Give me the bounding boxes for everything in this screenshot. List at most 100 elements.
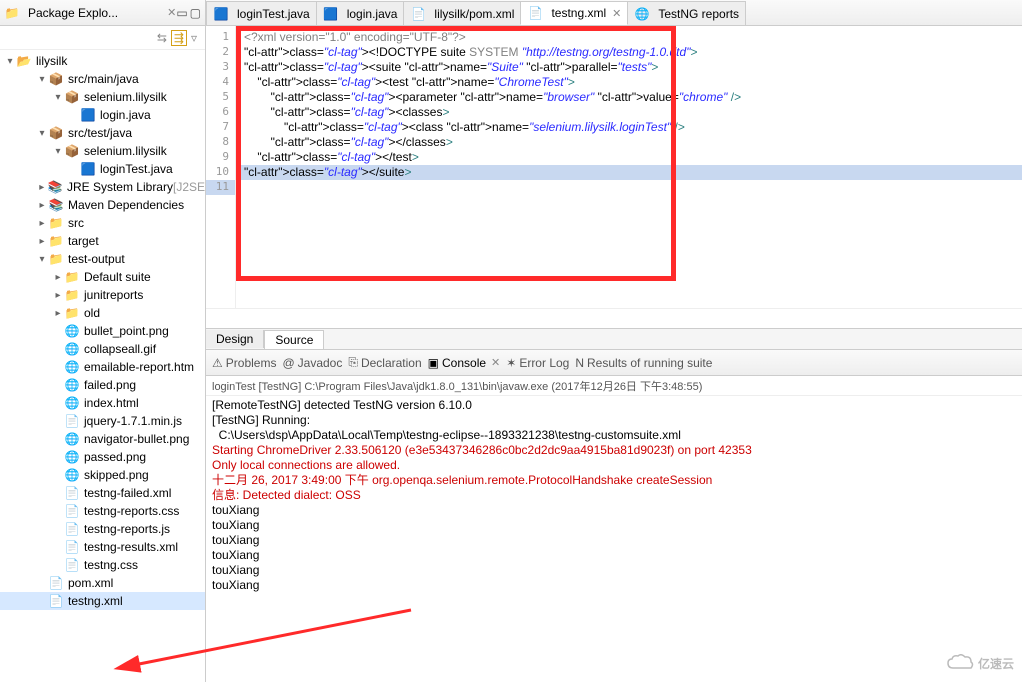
tree-item[interactable]: 🌐passed.png [0, 448, 205, 466]
expander-icon[interactable]: ▾ [52, 146, 64, 157]
tree-item[interactable]: 🌐skipped.png [0, 466, 205, 484]
link-editor-icon[interactable]: ⇶ [171, 30, 187, 46]
editor-tab[interactable]: 🌐TestNG reports [627, 1, 746, 25]
code-line[interactable]: "cl-attr">class="cl-tag"></suite> [236, 165, 1022, 180]
png-icon: 🌐 [64, 323, 80, 339]
tree-item[interactable]: ▸📁target [0, 232, 205, 250]
watermark: 亿速云 [946, 654, 1014, 672]
tree-item[interactable]: 📄jquery-1.7.1.min.js [0, 412, 205, 430]
view-tab[interactable]: ⎘Declaration [348, 355, 421, 370]
xml-icon: 📄 [48, 575, 64, 591]
project-tree[interactable]: ▾ 📂 lilysilk ▾📦src/main/java▾📦selenium.l… [0, 50, 205, 682]
view-tab[interactable]: @Javadoc [282, 356, 342, 370]
tree-item[interactable]: 📄testng-results.xml [0, 538, 205, 556]
expander-icon[interactable]: ▸ [36, 182, 48, 193]
expander-icon[interactable]: ▾ [36, 74, 48, 85]
code-area[interactable]: <?xml version="1.0" encoding="UTF-8"?>"c… [236, 26, 1022, 308]
view-tab[interactable]: ⚠Problems [212, 356, 276, 370]
code-line[interactable]: "cl-attr">class="cl-tag"><classes> [236, 105, 1022, 120]
code-line[interactable]: "cl-attr">class="cl-tag"></classes> [236, 135, 1022, 150]
editor-tab[interactable]: 🟦login.java [316, 1, 405, 25]
tree-item-label: Default suite [84, 270, 151, 284]
expander-icon[interactable]: ▾ [52, 92, 64, 103]
view-label: Console [442, 356, 486, 370]
tree-item-label: testng-reports.js [84, 522, 170, 536]
close-icon[interactable]: ✕ [612, 7, 621, 20]
tree-item-label: testng-failed.xml [84, 486, 171, 500]
project-icon: 📂 [16, 53, 32, 69]
tree-item-label: junitreports [84, 288, 143, 302]
expander-icon[interactable]: ▸ [36, 218, 48, 229]
tree-item[interactable]: 🌐 bullet_point.png [0, 322, 205, 340]
tree-item[interactable]: ▸📚Maven Dependencies [0, 196, 205, 214]
tree-item-label: bullet_point.png [84, 324, 169, 338]
views-bar: ⚠Problems@Javadoc⎘Declaration▣Console✕✶E… [206, 350, 1022, 376]
tree-item[interactable]: 🟦loginTest.java [0, 160, 205, 178]
code-line[interactable]: "cl-attr">class="cl-tag"><test "cl-attr"… [236, 75, 1022, 90]
declaration-icon: ⎘ [348, 355, 358, 370]
source-tab[interactable]: Source [264, 330, 324, 349]
tree-item[interactable]: ▸📁Default suite [0, 268, 205, 286]
tree-item[interactable]: 🌐 index.html [0, 394, 205, 412]
tree-item[interactable]: 🌐navigator-bullet.png [0, 430, 205, 448]
tree-item[interactable]: 📄testng.xml [0, 592, 205, 610]
view-tab[interactable]: ✶Error Log [506, 356, 569, 370]
tree-item[interactable]: 📄testng-reports.js [0, 520, 205, 538]
expander-icon[interactable]: ▸ [52, 308, 64, 319]
tree-item-label: index.html [84, 396, 139, 410]
code-line[interactable]: "cl-attr">class="cl-tag"><!DOCTYPE suite… [236, 45, 1022, 60]
tree-item[interactable]: 🟦login.java [0, 106, 205, 124]
tree-item[interactable]: ▾📦src/main/java [0, 70, 205, 88]
view-tab[interactable]: ▣Console✕ [428, 356, 501, 370]
tree-item[interactable]: ▸📁src [0, 214, 205, 232]
expander-icon[interactable]: ▸ [36, 200, 48, 211]
tree-item[interactable]: ▾📁 test-output [0, 250, 205, 268]
code-line[interactable]: "cl-attr">class="cl-tag"><suite "cl-attr… [236, 60, 1022, 75]
close-icon[interactable]: ✕ [167, 6, 176, 19]
expander-icon[interactable]: ▾ [36, 128, 48, 139]
minimize-icon[interactable]: ▭ [176, 6, 187, 20]
png-icon: 🌐 [64, 467, 80, 483]
code-line[interactable]: <?xml version="1.0" encoding="UTF-8"?> [236, 30, 1022, 45]
design-tab[interactable]: Design [206, 330, 264, 348]
maximize-icon[interactable]: ▢ [190, 6, 201, 20]
expander-icon[interactable]: ▸ [36, 236, 48, 247]
collapse-all-icon[interactable]: ⇆ [157, 31, 167, 45]
expander-icon[interactable]: ▾ [36, 254, 48, 265]
tree-item[interactable]: ▸📁old [0, 304, 205, 322]
tree-item[interactable]: 📄pom.xml [0, 574, 205, 592]
console-line: 信息: Detected dialect: OSS [212, 488, 1016, 503]
tree-item[interactable]: 📄testng.css [0, 556, 205, 574]
editor-tab[interactable]: 📄testng.xml✕ [520, 1, 628, 25]
tree-item[interactable]: 🌐emailable-report.htm [0, 358, 205, 376]
tree-item[interactable]: 📄testng-reports.css [0, 502, 205, 520]
tree-item[interactable]: 🌐failed.png [0, 376, 205, 394]
expander-icon[interactable]: ▸ [52, 290, 64, 301]
folder-icon: 📁 [48, 233, 64, 249]
code-line[interactable]: "cl-attr">class="cl-tag"><class "cl-attr… [236, 120, 1022, 135]
view-menu-icon[interactable]: ▿ [191, 31, 197, 45]
view-tab[interactable]: NResults of running suite [575, 356, 712, 370]
expander-icon[interactable]: ▾ [4, 56, 16, 67]
close-icon[interactable]: ✕ [491, 356, 500, 369]
tree-item-label: test-output [68, 252, 125, 266]
tree-item[interactable]: ▸📚JRE System Library [J2SE [0, 178, 205, 196]
editor-tab[interactable]: 📄lilysilk/pom.xml [403, 1, 521, 25]
tree-item[interactable]: ▾📦selenium.lilysilk [0, 142, 205, 160]
expander-icon[interactable]: ▸ [52, 272, 64, 283]
editor-tab[interactable]: 🟦loginTest.java [206, 1, 317, 25]
tree-item[interactable]: 🌐collapseall.gif [0, 340, 205, 358]
tree-item[interactable]: ▸📁junitreports [0, 286, 205, 304]
pkg-icon: 📦 [64, 143, 80, 159]
console-line: touXiang [212, 563, 1016, 578]
code-line[interactable]: "cl-attr">class="cl-tag"><parameter "cl-… [236, 90, 1022, 105]
tree-item[interactable]: 📄testng-failed.xml [0, 484, 205, 502]
project-root[interactable]: ▾ 📂 lilysilk [0, 52, 205, 70]
folder-icon: 📁 [48, 251, 64, 267]
code-line[interactable]: "cl-attr">class="cl-tag"></test> [236, 150, 1022, 165]
png-icon: 🌐 [64, 395, 80, 411]
tree-item[interactable]: ▾📦src/test/java [0, 124, 205, 142]
tree-item[interactable]: ▾📦selenium.lilysilk [0, 88, 205, 106]
console-output[interactable]: [RemoteTestNG] detected TestNG version 6… [206, 396, 1022, 682]
java-icon: 🟦 [323, 6, 339, 22]
